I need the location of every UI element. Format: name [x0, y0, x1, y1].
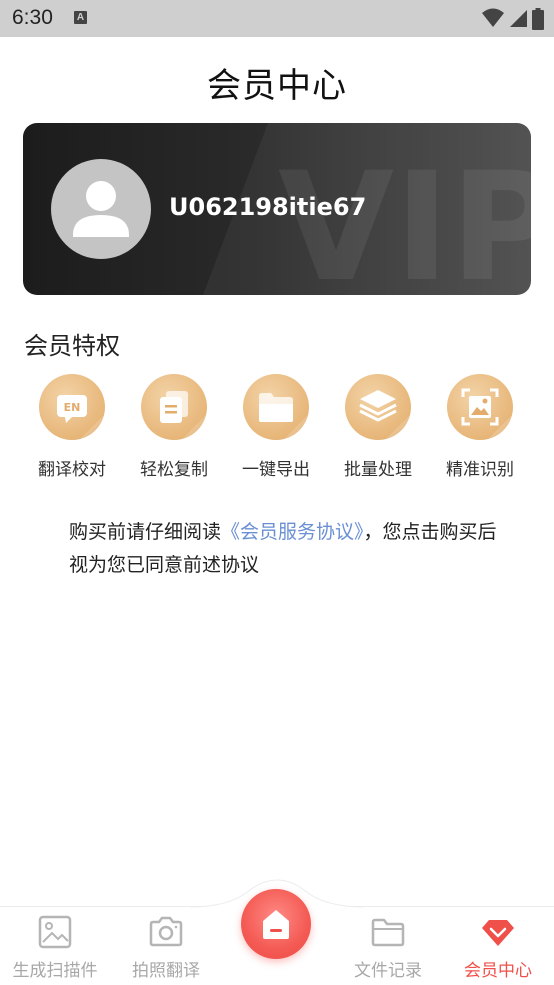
svg-text:EN: EN [64, 401, 81, 414]
privilege-label: 轻松复制 [140, 460, 208, 480]
layers-icon [345, 374, 411, 440]
nav-label: 拍照翻译 [132, 961, 200, 981]
privileges-list: EN 翻译校对 轻松复制 一键导出 批量处理 精准识别 [22, 373, 534, 483]
scan-image-icon [447, 374, 513, 440]
copy-icon [141, 374, 207, 440]
privilege-item-export[interactable]: 一键导出 [226, 373, 326, 483]
privilege-label: 批量处理 [344, 460, 412, 480]
service-agreement-link[interactable]: 《会员服务协议》 [221, 521, 364, 543]
image-icon [38, 915, 72, 949]
vip-card[interactable]: VIP U062198itie67 [23, 123, 531, 295]
nav-item-file-records[interactable]: 文件记录 [333, 906, 443, 984]
privileges-title: 会员特权 [24, 332, 120, 360]
privilege-item-copy[interactable]: 轻松复制 [124, 373, 224, 483]
privilege-item-recognize[interactable]: 精准识别 [430, 373, 530, 483]
nav-label: 生成扫描件 [12, 961, 98, 981]
user-avatar-icon[interactable] [51, 159, 151, 259]
nav-item-photo-translate[interactable]: 拍照翻译 [111, 906, 221, 984]
username: U062198itie67 [169, 193, 367, 221]
agreement-before: 购买前请仔细阅读 [69, 521, 222, 543]
agreement-text: 购买前请仔细阅读《会员服务协议》，您点击购买后视为您已同意前述协议 [69, 516, 509, 582]
status-bar: 6:30 A [0, 0, 554, 37]
diamond-icon [482, 920, 514, 946]
home-button[interactable] [241, 889, 311, 959]
wifi-icon [482, 8, 504, 27]
camera-icon [149, 916, 183, 947]
status-icons [478, 8, 544, 30]
signal-icon [510, 10, 527, 27]
status-time: 6:30 [12, 6, 53, 29]
nav-item-member-center[interactable]: 会员中心 [443, 906, 553, 984]
privilege-item-batch[interactable]: 批量处理 [328, 373, 428, 483]
battery-icon [532, 8, 544, 30]
privilege-label: 精准识别 [446, 460, 514, 480]
nav-item-scan[interactable]: 生成扫描件 [0, 906, 110, 984]
privilege-label: 翻译校对 [38, 460, 106, 480]
home-icon [263, 910, 289, 939]
page-title: 会员中心 [207, 66, 347, 106]
a-icon: A [74, 11, 87, 24]
nav-label: 文件记录 [354, 961, 422, 981]
folder-icon [371, 918, 405, 947]
privilege-label: 一键导出 [242, 460, 310, 480]
folder-icon [243, 374, 309, 440]
en-translate-icon: EN [39, 374, 105, 440]
privilege-item-translate[interactable]: EN 翻译校对 [22, 373, 122, 483]
nav-label: 会员中心 [464, 961, 532, 981]
